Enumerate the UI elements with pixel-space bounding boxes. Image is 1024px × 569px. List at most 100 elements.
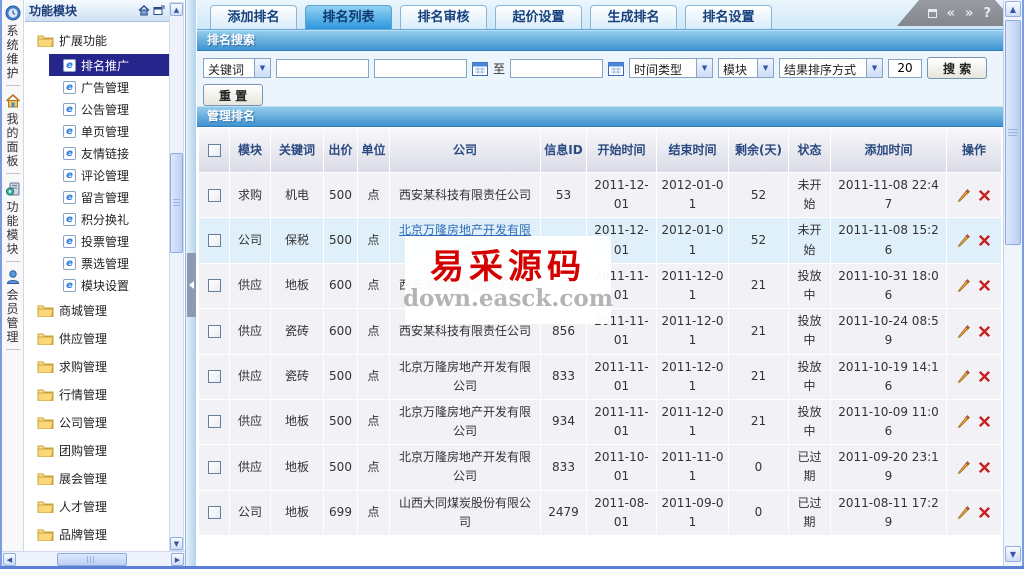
delete-icon[interactable] [977,233,992,248]
row-checkbox[interactable] [208,415,221,428]
tree-item-folder[interactable]: 品牌管理 [25,520,169,548]
tree-vertical-scrollbar[interactable]: ▲ ▼ [169,2,184,551]
tree-item-folder[interactable]: 供应管理 [25,324,169,352]
delete-icon[interactable] [977,188,992,203]
row-checkbox[interactable] [208,189,221,202]
tree-item-doc[interactable]: e友情链接 [49,142,169,164]
tree-item-doc[interactable]: e广告管理 [49,76,169,98]
tree-item-folder[interactable]: 行情管理 [25,380,169,408]
column-header: 结束时间 [657,128,728,172]
delete-icon[interactable] [977,369,992,384]
scroll-up-button[interactable]: ▲ [1005,1,1021,17]
collapse-arrow-icon [189,281,194,289]
splitter-collapse-handle[interactable] [187,253,196,317]
strip-item-member[interactable]: 会员管理 [5,267,21,344]
tree-item-folder[interactable]: 求购管理 [25,352,169,380]
select-all-checkbox[interactable] [208,144,221,157]
scroll-thumb[interactable] [170,153,183,253]
table-row[interactable]: 公司 地板 699 点 山西大同煤炭股份有限公司 2479 2011-08-01… [199,491,1001,535]
tab-start-price[interactable]: 起价设置 [495,5,582,29]
edit-icon[interactable] [956,414,971,429]
scroll-up-button[interactable]: ▲ [170,3,183,16]
reset-button[interactable]: 重 置 [203,84,263,106]
cell-unit: 点 [358,491,389,535]
cell-unit: 点 [358,445,389,489]
home-small-icon[interactable] [138,5,150,16]
page-size-input[interactable] [888,59,922,78]
scroll-tabs-right-icon[interactable]: » [965,7,973,20]
tab-ranking-settings[interactable]: 排名设置 [685,5,772,29]
tree-item-folder[interactable]: 展会管理 [25,464,169,492]
row-checkbox[interactable] [208,506,221,519]
popout-icon[interactable] [153,5,165,16]
keyword-type-select[interactable]: 关键词▼ [203,58,271,78]
tree-item-folder[interactable]: 商城管理 [25,296,169,324]
calendar-icon[interactable] [472,61,488,76]
delete-icon[interactable] [977,414,992,429]
tab-ranking-list[interactable]: 排名列表 [305,5,392,29]
tree-item-doc[interactable]: e评论管理 [49,164,169,186]
row-checkbox[interactable] [208,461,221,474]
edit-icon[interactable] [956,324,971,339]
delete-icon[interactable] [977,505,992,520]
tree-item-doc[interactable]: e公告管理 [49,98,169,120]
panel-splitter[interactable] [185,0,197,566]
tab-add-ranking[interactable]: 添加排名 [210,5,297,29]
scroll-down-button[interactable]: ▼ [170,537,183,550]
start-date-input[interactable] [374,59,467,78]
scroll-down-button[interactable]: ▼ [1005,546,1021,562]
tab-generate-ranking[interactable]: 生成排名 [590,5,677,29]
delete-icon[interactable] [977,278,992,293]
table-row[interactable]: 供应 地板 500 点 北京万隆房地产开发有限公司 833 2011-10-01… [199,445,1001,489]
strip-item-modules[interactable]: 功能模块 [5,179,21,256]
help-icon[interactable]: ? [983,7,991,20]
tree-item-folder[interactable]: 扩展功能 [25,26,169,54]
tree-item-doc[interactable]: e投票管理 [49,230,169,252]
window-icon[interactable] [928,9,937,18]
delete-icon[interactable] [977,460,992,475]
tree-horizontal-scrollbar[interactable]: ◀ ▶ [2,551,185,566]
row-checkbox[interactable] [208,370,221,383]
tree-item-doc[interactable]: e单页管理 [49,120,169,142]
tree-item-folder[interactable]: 团购管理 [25,436,169,464]
scroll-tabs-left-icon[interactable]: « [947,7,955,20]
status-badge: 已过期 [789,445,830,489]
scroll-left-button[interactable]: ◀ [3,553,16,566]
tree-item-doc[interactable]: e票选管理 [49,252,169,274]
end-date-input[interactable] [510,59,603,78]
edit-icon[interactable] [956,278,971,293]
tree-item-doc[interactable]: e排名推广 [49,54,169,76]
edit-icon[interactable] [956,233,971,248]
edit-icon[interactable] [956,460,971,475]
sort-order-select[interactable]: 结果排序方式▼ [779,58,883,78]
row-checkbox[interactable] [208,279,221,292]
column-header: 添加时间 [831,128,946,172]
strip-item-panel[interactable]: 我的面板 [5,91,21,168]
row-checkbox[interactable] [208,234,221,247]
main-vertical-scrollbar[interactable]: ▲ ▼ [1003,0,1022,566]
table-row[interactable]: 供应 地板 500 点 北京万隆房地产开发有限公司 934 2011-11-01… [199,400,1001,444]
tab-ranking-review[interactable]: 排名审核 [400,5,487,29]
tree-item-doc[interactable]: e留言管理 [49,186,169,208]
cell-actions [947,218,1001,262]
delete-icon[interactable] [977,324,992,339]
edit-icon[interactable] [956,369,971,384]
tree-item-folder[interactable]: 公司管理 [25,408,169,436]
table-row[interactable]: 供应 瓷砖 500 点 北京万隆房地产开发有限公司 833 2011-11-01… [199,355,1001,399]
module-select[interactable]: 模块▼ [718,58,774,78]
table-row[interactable]: 求购 机电 500 点 西安某科技有限责任公司 53 2011-12-01 20… [199,173,1001,217]
scroll-right-button[interactable]: ▶ [171,553,184,566]
tree-item-folder[interactable]: 人才管理 [25,492,169,520]
tree-item-doc[interactable]: e模块设置 [49,274,169,296]
row-checkbox[interactable] [208,325,221,338]
scroll-thumb[interactable] [57,553,127,566]
strip-item-system[interactable]: 系统维护 [5,3,21,80]
calendar-icon[interactable] [608,61,624,76]
tree-item-doc[interactable]: e积分换礼 [49,208,169,230]
time-type-select[interactable]: 时间类型▼ [629,58,713,78]
edit-icon[interactable] [956,188,971,203]
keyword-input[interactable] [276,59,369,78]
search-button[interactable]: 搜 索 [927,57,987,79]
scroll-thumb[interactable] [1005,20,1021,245]
edit-icon[interactable] [956,505,971,520]
